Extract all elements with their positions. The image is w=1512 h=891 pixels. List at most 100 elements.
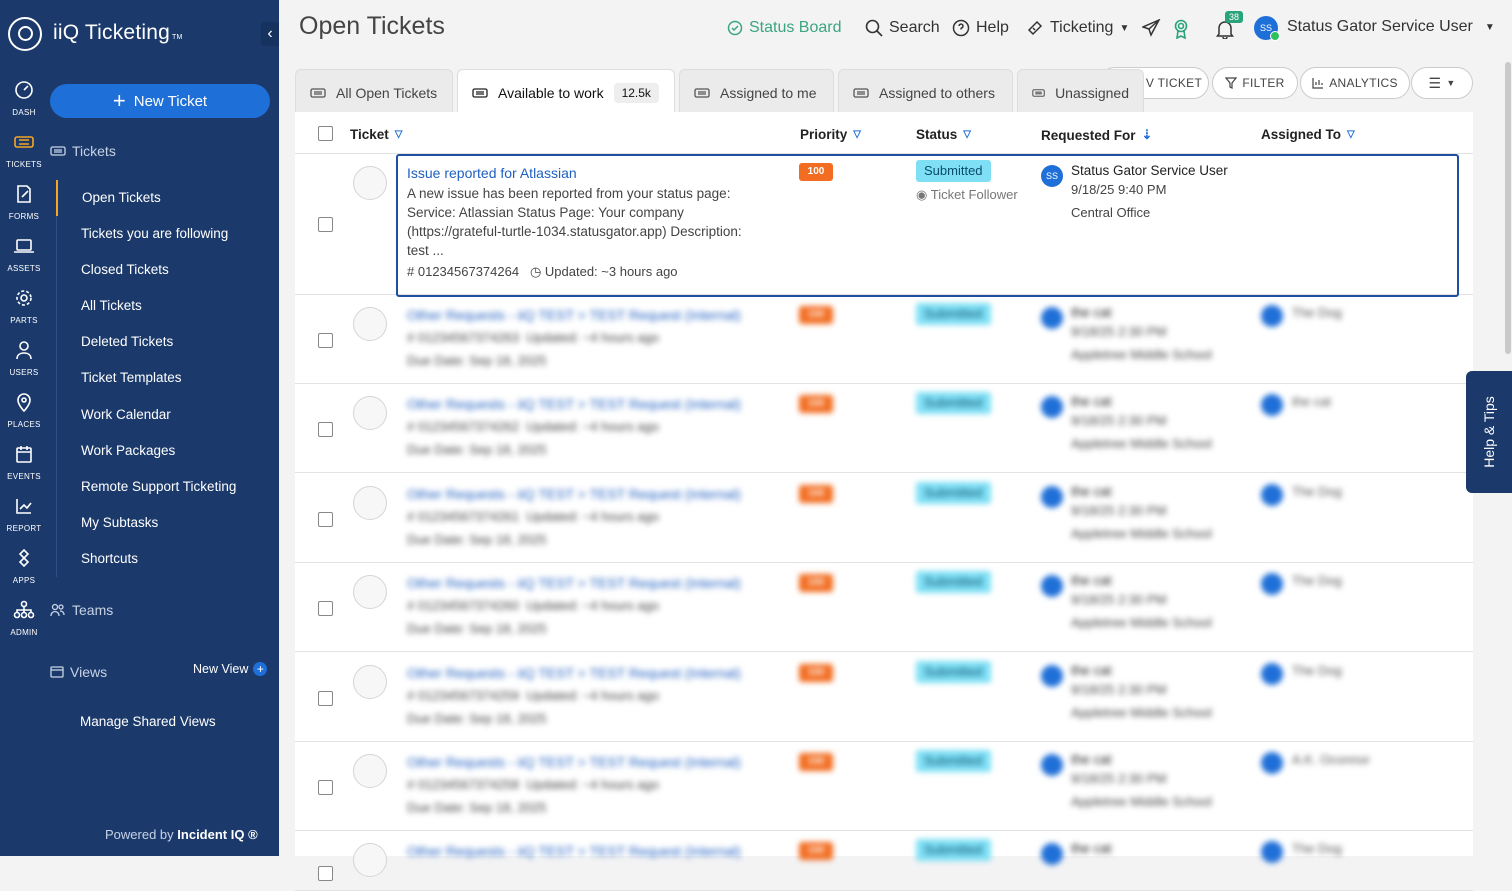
requested-date: 9/18/25 2:30 PM [1071,413,1167,428]
requester-name[interactable]: the cat [1071,484,1112,499]
row-checkbox[interactable] [318,333,333,348]
analytics-button[interactable]: ANALYTICS [1300,67,1410,99]
table-row[interactable]: Other Requests - iiQ TEST > TEST Request… [295,474,1473,563]
user-avatar[interactable]: SS [1254,16,1280,41]
manage-shared-views-link[interactable]: Manage Shared Views [80,714,216,729]
table-row[interactable]: Other Requests - iiQ TEST > TEST Request… [295,653,1473,742]
sidebar-item-closed[interactable]: Closed Tickets [57,252,279,288]
requester-name[interactable]: the cat [1071,752,1112,767]
table-row[interactable]: Other Requests - iiQ TEST > TEST Request… [295,384,1473,473]
assignee-name[interactable]: the cat [1292,394,1331,409]
collapse-sidebar-button[interactable]: ‹ [261,22,279,46]
ticket-title-link[interactable]: Other Requests - iiQ TEST > TEST Request… [407,307,741,323]
list-options-button[interactable]: ☰ ▼ [1411,67,1473,99]
search-button[interactable]: Search [865,19,940,37]
table-row[interactable]: Other Requests - iiQ TEST > TEST Request… [295,563,1473,652]
column-priority[interactable]: Priority ▽ [800,127,861,142]
column-ticket[interactable]: Ticket ▽ [350,127,402,142]
row-checkbox[interactable] [318,866,333,881]
column-status[interactable]: Status ▽ [916,127,971,142]
row-checkbox[interactable] [318,601,333,616]
sidebar-item-following[interactable]: Tickets you are following [57,216,279,252]
tab-available-to-work[interactable]: Available to work 12.5k [457,69,675,116]
assignee-name[interactable]: The Dog [1292,573,1342,588]
tab-assigned-to-me[interactable]: Assigned to me [679,69,834,115]
column-requested-for[interactable]: Requested For ⇣ [1041,127,1152,143]
ticket-title-link[interactable]: Other Requests - iiQ TEST > TEST Request… [407,575,741,591]
ticketing-dropdown[interactable]: Ticketing ▼ [1026,19,1129,37]
ticket-title-link[interactable]: Other Requests - iiQ TEST > TEST Request… [407,843,741,859]
help-and-tips-tab[interactable]: Help & Tips [1466,371,1512,493]
ticket-title-link[interactable]: Other Requests - iiQ TEST > TEST Request… [407,665,741,681]
rail-places[interactable]: PLACES [0,386,48,438]
user-menu[interactable]: Status Gator Service User ▼ [1287,18,1495,36]
column-assigned-to[interactable]: Assigned To ▽ [1261,127,1355,142]
ticket-title-link[interactable]: Issue reported for Atlassian [407,165,577,181]
sidebar-item-subtasks[interactable]: My Subtasks [57,505,279,541]
table-row[interactable]: Other Requests - iiQ TEST > TEST Request… [295,742,1473,831]
assignee-name[interactable]: The Dog [1292,663,1342,678]
rail-parts[interactable]: PARTS [0,282,48,334]
views-section-header[interactable]: Views [50,664,107,680]
rail-tickets[interactable]: TICKETS [0,126,48,178]
filter-button[interactable]: FILTER [1212,67,1298,99]
row-checkbox[interactable] [318,512,333,527]
table-row[interactable]: Other Requests - iiQ TEST > TEST Request… [295,831,1473,891]
scrollbar[interactable] [1505,62,1511,354]
rail-admin[interactable]: ADMIN [0,594,48,646]
tickets-section-header[interactable]: Tickets [50,143,116,159]
sidebar-item-work-packages[interactable]: Work Packages [57,433,279,469]
new-ticket-button[interactable]: + New Ticket [50,84,270,118]
row-checkbox[interactable] [318,780,333,795]
status-board-link[interactable]: Status Board [727,19,842,37]
requester-name[interactable]: the cat [1071,394,1112,409]
caret-down-icon: ▼ [1446,78,1456,88]
rail-assets[interactable]: ASSETS [0,230,48,282]
tab-unassigned[interactable]: Unassigned [1017,69,1144,115]
sidebar-item-open-tickets[interactable]: Open Tickets [56,180,279,217]
notification-count-badge: 38 [1225,11,1244,23]
sidebar-item-shortcuts[interactable]: Shortcuts [57,541,279,577]
requester-name[interactable]: the cat [1071,573,1112,588]
sidebar-item-all[interactable]: All Tickets [57,288,279,324]
hash-icon: # [407,264,415,279]
help-button[interactable]: Help [952,19,1009,37]
requester-name[interactable]: Status Gator Service User [1071,163,1228,178]
sidebar-item-deleted[interactable]: Deleted Tickets [57,324,279,360]
table-row[interactable]: Other Requests - iiQ TEST > TEST Request… [295,295,1473,384]
teams-section-header[interactable]: Teams [50,602,113,618]
rail-users[interactable]: USERS [0,334,48,386]
announce-button[interactable] [1142,19,1161,37]
rail-report[interactable]: REPORT [0,490,48,542]
row-checkbox[interactable] [318,691,333,706]
award-button[interactable] [1173,19,1189,39]
assignee-name[interactable]: The Dog [1292,305,1342,320]
rail-forms[interactable]: FORMS [0,178,48,230]
rail-apps[interactable]: APPS [0,542,48,594]
assignee-name[interactable]: A.K. Oconnor [1292,752,1370,767]
tab-all-open-tickets[interactable]: All Open Tickets [295,69,453,115]
assignee-name[interactable]: The Dog [1292,484,1342,499]
sidebar-item-remote-support[interactable]: Remote Support Ticketing [57,469,279,505]
analytics-icon [1312,78,1324,89]
requester-name[interactable]: the cat [1071,305,1112,320]
rail-dash[interactable]: DASH [0,74,48,126]
row-checkbox[interactable] [318,217,333,232]
new-view-button[interactable]: New View + [193,662,268,676]
requester-name[interactable]: the cat [1071,841,1112,856]
tab-assigned-to-others[interactable]: Assigned to others [838,69,1013,115]
ticket-meta [407,866,414,881]
plus-icon: + [253,662,268,676]
row-checkbox[interactable] [318,422,333,437]
assignee-name[interactable]: The Dog [1292,841,1342,856]
select-all-checkbox[interactable] [318,126,333,141]
ticket-title-link[interactable]: Other Requests - iiQ TEST > TEST Request… [407,754,741,770]
sidebar-item-templates[interactable]: Ticket Templates [57,360,279,396]
sidebar-item-work-calendar[interactable]: Work Calendar [57,397,279,433]
ticket-title-link[interactable]: Other Requests - iiQ TEST > TEST Request… [407,396,741,412]
rail-events[interactable]: EVENTS [0,438,48,490]
ticket-title-link[interactable]: Other Requests - iiQ TEST > TEST Request… [407,486,741,502]
team-icon [50,603,65,617]
requester-name[interactable]: the cat [1071,663,1112,678]
trademark: TM [171,34,183,41]
